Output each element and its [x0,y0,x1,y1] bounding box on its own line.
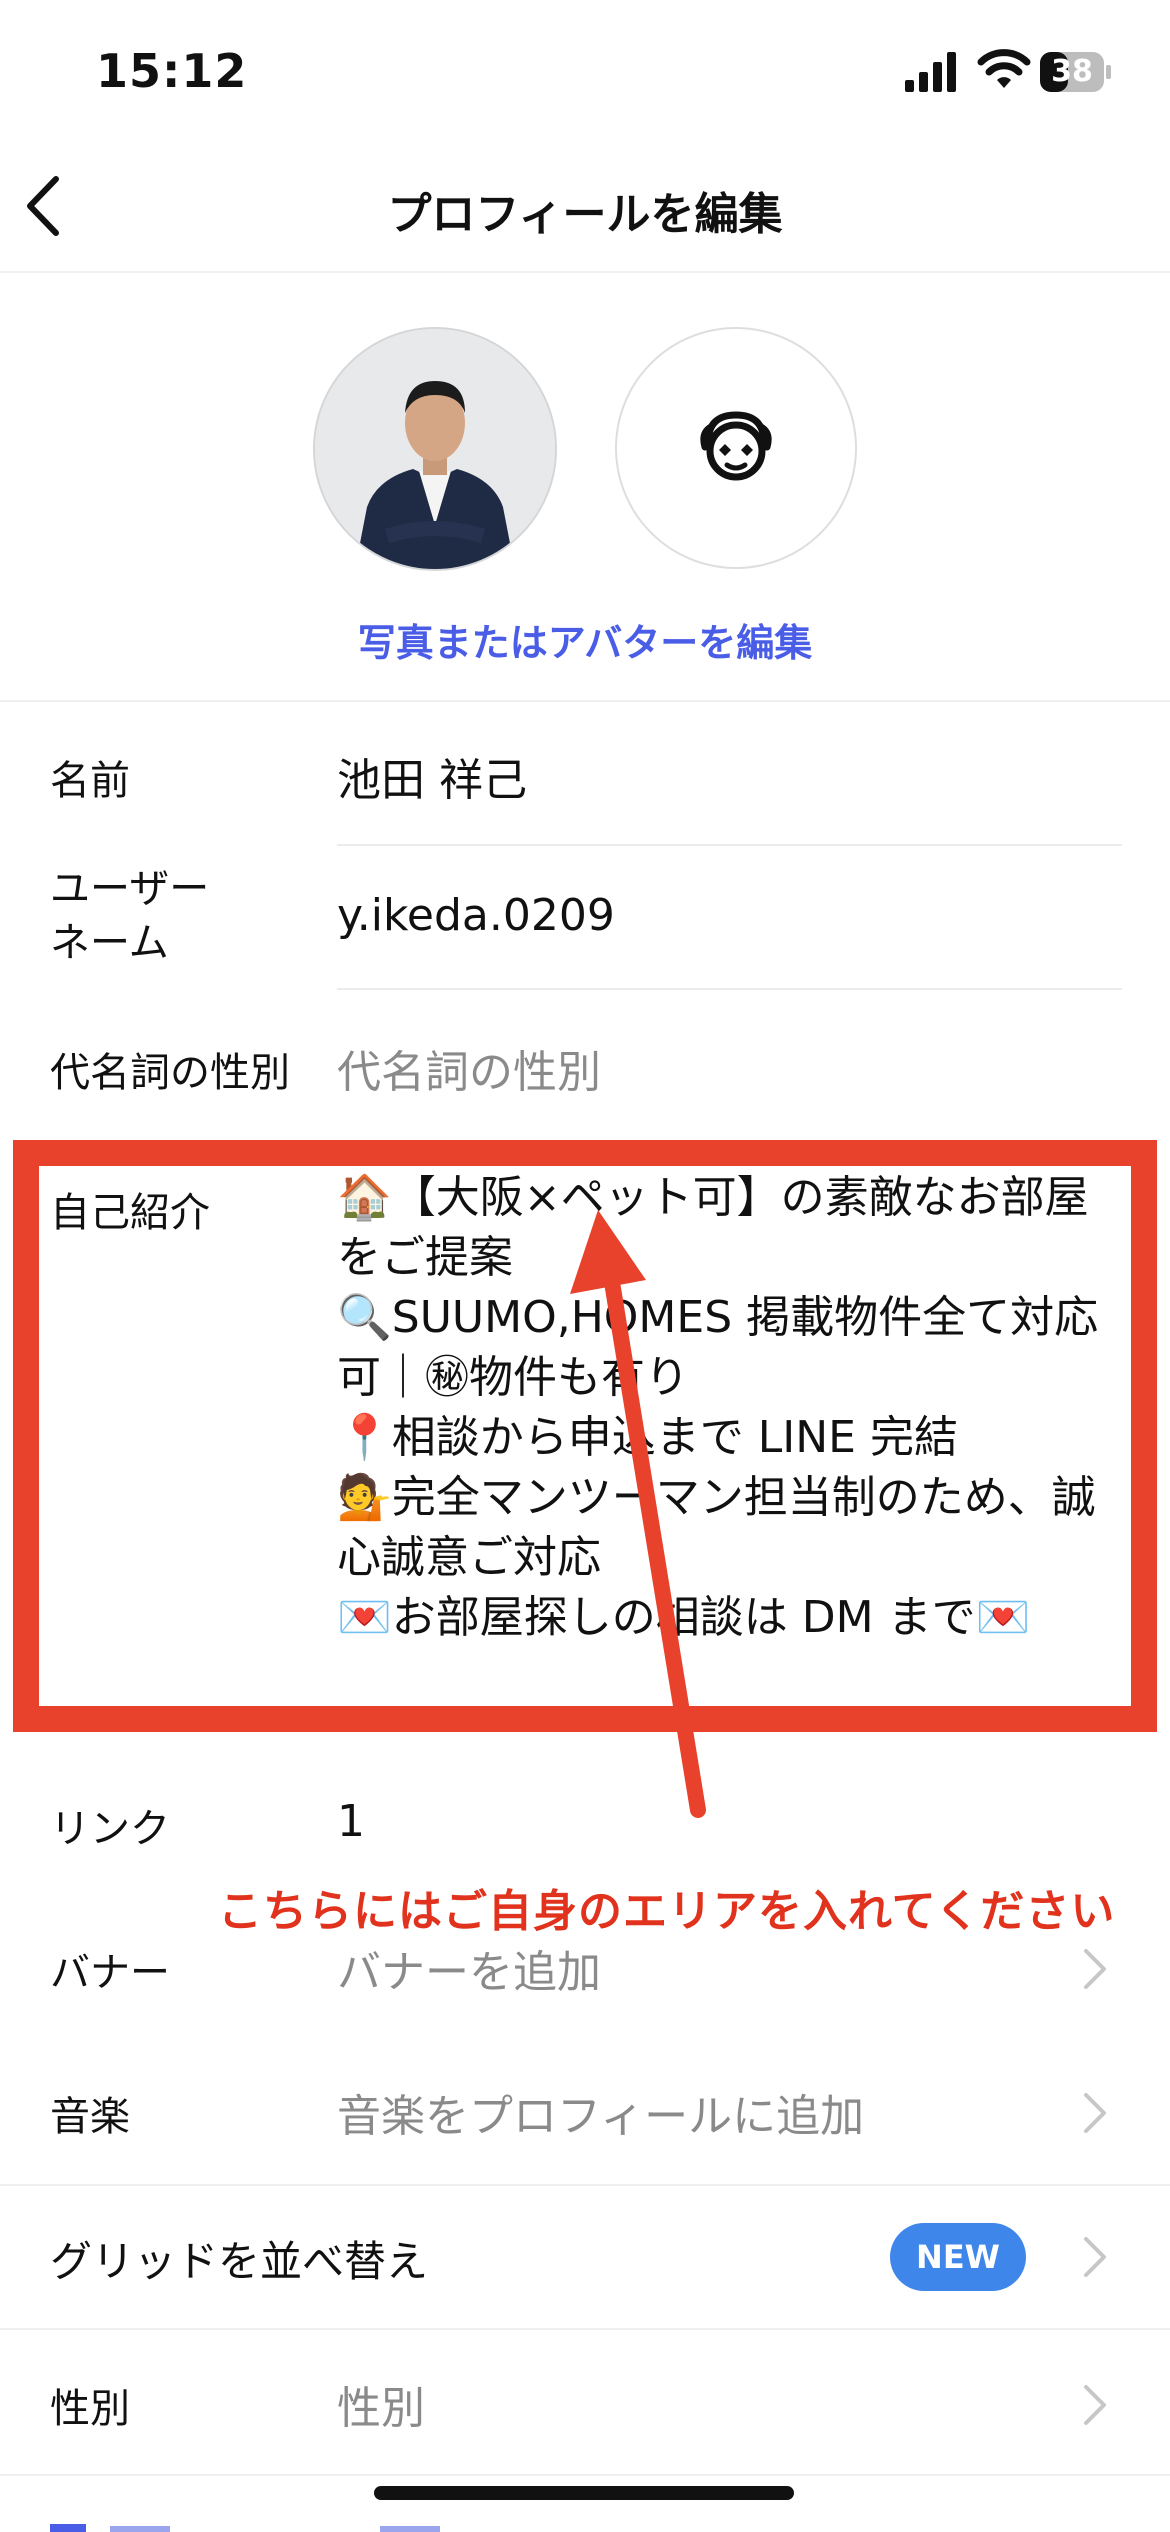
music-field[interactable]: 音楽をプロフィールに追加 [337,2080,864,2144]
annotation-text: こちらにはご自身のエリアを入れてください [218,1886,1116,1937]
pronouns-label: 代名詞の性別 [50,1050,290,1096]
username-field[interactable]: y.ikeda.0209 [337,890,615,941]
section-divider [0,700,1170,702]
edit-photo-or-avatar-link[interactable]: 写真またはアバターを編集 [0,612,1170,667]
name-label: 名前 [50,758,130,804]
battery-percent: 38 [1051,54,1093,89]
nav-divider [0,271,1170,273]
gender-label: 性別 [50,2386,130,2432]
links-field[interactable]: 1 [337,1796,365,1847]
chevron-right-icon [1084,2093,1106,2133]
avatar-button[interactable] [615,327,857,569]
username-label-line1: ユーザー [50,866,210,912]
name-field[interactable]: 池田 祥己 [337,744,527,808]
username-label-line2: ネーム [50,920,169,966]
chevron-right-icon [1084,2237,1106,2277]
chevron-right-icon [1084,1949,1106,1989]
pronouns-field[interactable]: 代名詞の性別 [337,1036,601,1100]
page-title: プロフィールを編集 [387,189,783,240]
avatar-face-icon [700,411,772,481]
row-divider [337,844,1122,846]
music-label: 音楽 [50,2094,130,2140]
status-time: 15:12 [96,44,248,98]
section-divider [0,2328,1170,2330]
cellular-signal-icon [905,52,956,92]
banner-label: バナー [50,1950,170,1996]
home-indicator[interactable] [374,2486,794,2500]
person-portrait-image [315,329,555,569]
cut-off-link-row [50,2524,440,2532]
wifi-icon [977,49,1031,88]
chevron-right-icon [1084,2385,1106,2425]
battery-icon: 38 [1040,52,1112,92]
username-label: ユーザー ネーム [50,862,209,970]
annotation-arrow [570,1210,706,1818]
profile-photo[interactable] [313,327,557,571]
row-divider [337,988,1122,990]
gender-field[interactable]: 性別 [337,2372,425,2436]
banner-field[interactable]: バナーを追加 [337,1936,601,2000]
new-badge: NEW [890,2223,1026,2291]
links-label: リンク [50,1806,170,1852]
grid-label: グリッドを並べ替え [50,2237,429,2286]
section-divider [0,2474,1170,2476]
